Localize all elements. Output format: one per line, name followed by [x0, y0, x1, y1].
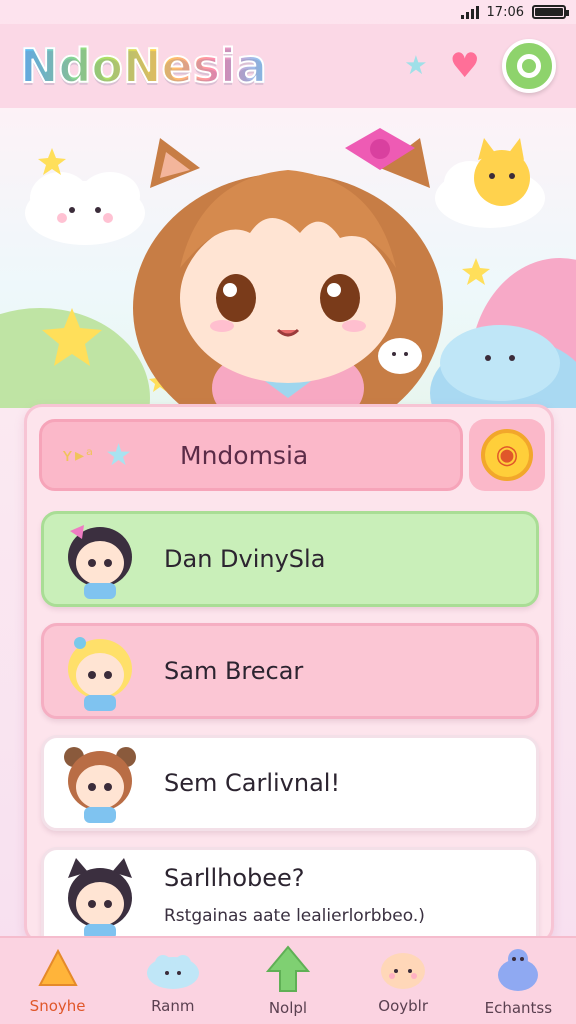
- cloud-face-icon: [146, 955, 199, 989]
- nav-label: Nolpl: [268, 999, 308, 1017]
- contact-subtitle: Rstgainas aate lealierlorbbeo.): [164, 906, 425, 926]
- settings-button[interactable]: [502, 39, 556, 93]
- status-time: 17:06: [486, 4, 524, 20]
- contact-name: Sem Carlivnal!: [164, 769, 341, 797]
- bottom-nav: Snoyhe Ranm Nolpl Ooyblr Echantss: [0, 936, 576, 1024]
- nav-label: Snoyhe: [29, 997, 86, 1015]
- nav-label: Ranm: [151, 997, 195, 1015]
- avatar-bear-ear-girl: [64, 747, 136, 823]
- app-header: NdoNesia ★ ♥: [0, 24, 576, 108]
- battery-icon: [532, 5, 569, 19]
- avatar-blonde-girl: [68, 637, 132, 711]
- nav-item-snoyhe[interactable]: Snoyhe: [8, 947, 108, 1015]
- hero-illustration: [0, 108, 576, 408]
- contact-item[interactable]: Dan DvinySla: [41, 511, 539, 607]
- avatar-dark-hair-girl: [68, 525, 132, 599]
- blue-creature-icon: [498, 949, 539, 991]
- contact-item[interactable]: Sarllhobee? Rstgainas aate lealierlorbbe…: [41, 847, 539, 941]
- contact-name: Sam Brecar: [164, 657, 304, 685]
- avatar-cat-ear-girl: [68, 858, 132, 940]
- nav-item-ooyblr[interactable]: Ooyblr: [353, 947, 453, 1015]
- status-bar: 17:06: [0, 0, 576, 24]
- signal-icon: [460, 5, 479, 19]
- green-arrow-icon: [265, 945, 310, 992]
- contact-item[interactable]: Sam Brecar: [41, 623, 539, 719]
- nav-item-echantss[interactable]: Echantss: [468, 945, 568, 1017]
- app-logo: NdoNesia: [19, 38, 268, 94]
- star-icon: ★: [105, 437, 132, 473]
- contacts-panel: ʏ▸ᵃ ★ Mndomsia ◉ Dan DvinySla Sam Brecar: [24, 404, 554, 944]
- search-deco-text: ʏ▸ᵃ: [62, 444, 96, 466]
- coin-icon: ◉: [481, 429, 533, 481]
- bun-face-icon: [381, 953, 426, 989]
- coin-button[interactable]: ◉: [469, 419, 545, 491]
- favorites-heart-icon[interactable]: ♥: [450, 49, 480, 83]
- triangle-home-icon: [37, 948, 78, 986]
- ring-icon: [517, 54, 541, 78]
- chibi-girl-character: [133, 128, 443, 408]
- star-icon: ★: [404, 51, 428, 81]
- contact-name: Dan DvinySla: [164, 545, 326, 573]
- nav-item-nolpl[interactable]: Nolpl: [238, 945, 338, 1017]
- cat-face-sticker: [474, 138, 530, 206]
- nav-label: Ooyblr: [378, 997, 429, 1015]
- contact-item[interactable]: Sem Carlivnal!: [41, 735, 539, 831]
- nav-item-ranm[interactable]: Ranm: [123, 947, 223, 1015]
- hero-scene: [0, 128, 576, 408]
- contact-name: Sarllhobee?: [164, 864, 305, 892]
- cloud-face-left: [25, 172, 145, 245]
- search-bar[interactable]: ʏ▸ᵃ ★ Mndomsia: [39, 419, 463, 491]
- nav-label: Echantss: [484, 999, 553, 1017]
- search-row: ʏ▸ᵃ ★ Mndomsia ◉: [39, 419, 545, 495]
- search-input[interactable]: Mndomsia: [180, 441, 308, 470]
- blue-cloud-creature: [440, 325, 560, 401]
